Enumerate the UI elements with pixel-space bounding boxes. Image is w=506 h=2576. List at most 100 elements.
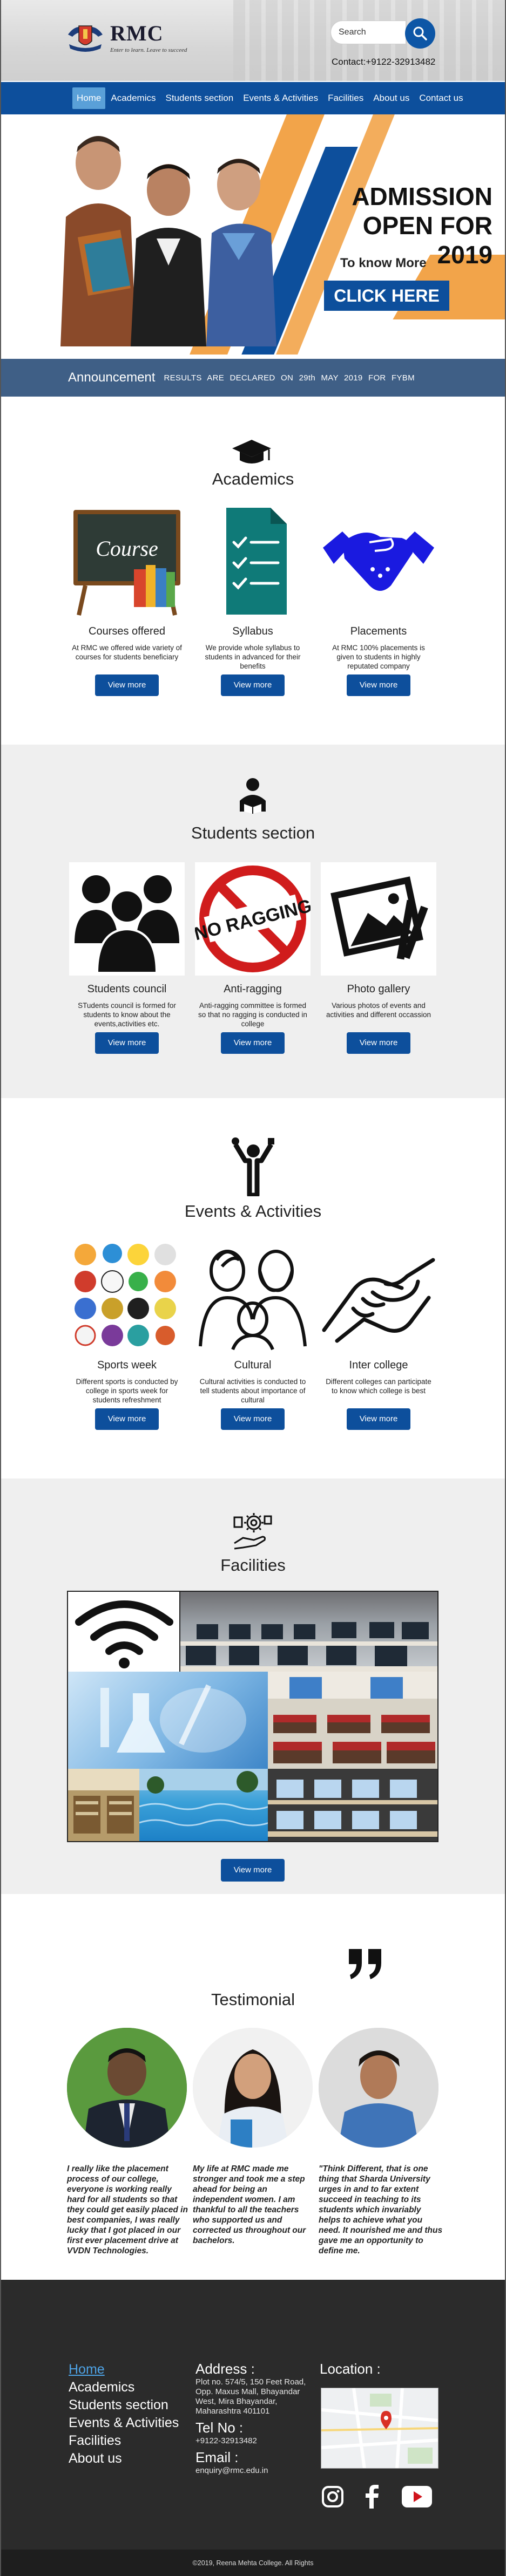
card-photo-gallery: Photo gallery Various photos of events a… (316, 862, 441, 1054)
college-crest-icon (66, 21, 105, 55)
hero-cta-button[interactable]: CLICK HERE (324, 281, 449, 311)
computer-room-photo (268, 1769, 437, 1841)
search-button[interactable] (405, 18, 435, 49)
card-anti-ragging: NO RAGGING Anti-ragging Anti-ragging com… (191, 862, 315, 1054)
view-more-button[interactable]: View more (221, 1408, 285, 1430)
card-description: Cultural activities is conducted to tell… (199, 1378, 306, 1404)
tel-label: Tel No (195, 2420, 235, 2436)
no-ragging-image: NO RAGGING (195, 862, 311, 976)
view-more-button[interactable]: View more (95, 1032, 159, 1054)
science-lab-photo (68, 1672, 268, 1769)
view-more-button[interactable]: View more (347, 1408, 410, 1430)
card-title: Syllabus (232, 625, 273, 637)
students-title: Students section (191, 823, 315, 842)
card-title: Anti-ragging (224, 983, 282, 995)
view-more-button[interactable]: View more (347, 1032, 410, 1054)
nav-contact-us[interactable]: Contact us (415, 87, 467, 109)
nav-academics[interactable]: Academics (106, 87, 160, 109)
view-more-button[interactable]: View more (95, 1408, 159, 1430)
brand-tagline: Enter to learn. Leave to succeed (110, 47, 187, 53)
card-placements: Placements At RMC 100% placements is giv… (316, 505, 441, 696)
announcement-text[interactable]: RESULTS ARE DECLARED ON 29th MAY 2019 FO… (164, 373, 414, 383)
testimonial-title: Testimonial (211, 1990, 295, 2009)
card-title: Courses offered (89, 625, 165, 637)
card-description: Various photos of events and activities … (326, 1001, 431, 1019)
header-contact: Contact:+9122-32913482 (332, 57, 436, 67)
testimonial-section: Testimonial I really like the placement … (1, 1894, 505, 2280)
tel-value: +9122-32913482 (195, 2436, 257, 2445)
graduation-cap-icon (232, 440, 271, 464)
card-title: Placements (350, 625, 407, 637)
brand-name: RMC (110, 21, 164, 45)
facebook-icon[interactable] (364, 2485, 380, 2509)
card-syllabus: Syllabus We provide whole syllabus to st… (191, 505, 315, 696)
card-description: We provide whole syllabus to students in… (205, 644, 301, 670)
email-value[interactable]: enquiry@rmc.edu.in (195, 2466, 309, 2476)
hero-subtext: To know More (340, 256, 427, 270)
photo-gallery-icon (321, 862, 436, 976)
students-photo (60, 136, 276, 346)
academics-title: Academics (212, 469, 294, 488)
youtube-icon[interactable] (402, 2486, 432, 2507)
hero-headline-line1: ADMISSION (352, 182, 492, 210)
quote-marks-icon (349, 1949, 381, 1979)
testimonial-avatar-2 (193, 2028, 313, 2148)
card-description: Different sports is conducted by college… (76, 1378, 178, 1404)
search-input[interactable]: Search (330, 21, 406, 44)
copyright-bar: ©2019, Reena Mehta College. All Rights (1, 2550, 505, 2576)
search-icon (413, 26, 427, 40)
nav-about-us[interactable]: About us (369, 87, 414, 109)
view-more-button[interactable]: View more (347, 674, 410, 696)
footer-link-academics[interactable]: Academics (69, 2379, 179, 2396)
card-title: Students council (87, 983, 167, 995)
computer-lab-photo (180, 1592, 437, 1672)
classroom-photo (268, 1672, 437, 1769)
footer-link-facilities[interactable]: Facilities (69, 2432, 179, 2450)
announcement-label: Announcement (68, 370, 156, 385)
hero-banner: ADMISSION OPEN FOR 2019 To know More CLI… (1, 114, 505, 355)
location-label: Location (320, 2361, 373, 2377)
view-more-button[interactable]: View more (221, 1032, 285, 1054)
social-links (321, 2485, 432, 2509)
card-description: Anti-ragging committee is formed so that… (198, 1001, 307, 1028)
course-board-label: Course (96, 536, 158, 561)
instagram-icon[interactable] (321, 2485, 345, 2509)
address-value: Plot no. 574/5, 150 Feet Road, Opp. Maxu… (195, 2377, 306, 2416)
group-icon (69, 862, 185, 976)
facilities-gear-hand-icon (233, 1513, 272, 1550)
handshake-outline-icon (321, 1238, 436, 1352)
nav-students-section[interactable]: Students section (161, 87, 238, 109)
facilities-title: Facilities (220, 1556, 286, 1575)
student-reading-icon (240, 778, 266, 814)
facilities-view-more-button[interactable]: View more (221, 1859, 285, 1882)
page: RMC Enter to learn. Leave to succeed Sea… (0, 0, 506, 2576)
footer-link-students-section[interactable]: Students section (69, 2396, 179, 2414)
card-inter-college: Inter college Different colleges can par… (316, 1238, 441, 1430)
view-more-button[interactable]: View more (95, 674, 159, 696)
footer-link-about-us[interactable]: About us (69, 2450, 179, 2468)
footer-address-block: Address : Plot no. 574/5, 150 Feet Road,… (195, 2361, 309, 2476)
main-nav: Home Academics Students section Events &… (1, 82, 505, 114)
footer-location-block: Location : (320, 2361, 381, 2377)
nav-facilities[interactable]: Facilities (323, 87, 368, 109)
nav-events-activities[interactable]: Events & Activities (239, 87, 322, 109)
location-map[interactable] (321, 2388, 438, 2469)
view-more-button[interactable]: View more (221, 674, 285, 696)
logo[interactable]: RMC Enter to learn. Leave to succeed (66, 21, 187, 55)
celebration-icon (232, 1137, 274, 1196)
card-description: Different colleges can participate to kn… (326, 1378, 431, 1395)
wifi-tile (68, 1592, 180, 1672)
students-section: Students section Students council STuden… (1, 745, 505, 1098)
nav-home[interactable]: Home (72, 87, 106, 109)
card-title: Sports week (97, 1359, 157, 1371)
syllabus-image (195, 505, 311, 618)
facilities-collage[interactable] (67, 1591, 438, 1842)
card-title: Inter college (349, 1359, 408, 1371)
footer-link-home[interactable]: Home (69, 2361, 179, 2379)
testimonial-avatar-3 (319, 2028, 438, 2148)
testimonial-quote-3: "Think Different, that is one thing that… (319, 2164, 443, 2255)
cultural-people-icon (195, 1238, 311, 1352)
course-board-image: Course (69, 505, 185, 618)
card-title: Photo gallery (347, 983, 410, 995)
footer-link-events-activities[interactable]: Events & Activities (69, 2414, 179, 2432)
